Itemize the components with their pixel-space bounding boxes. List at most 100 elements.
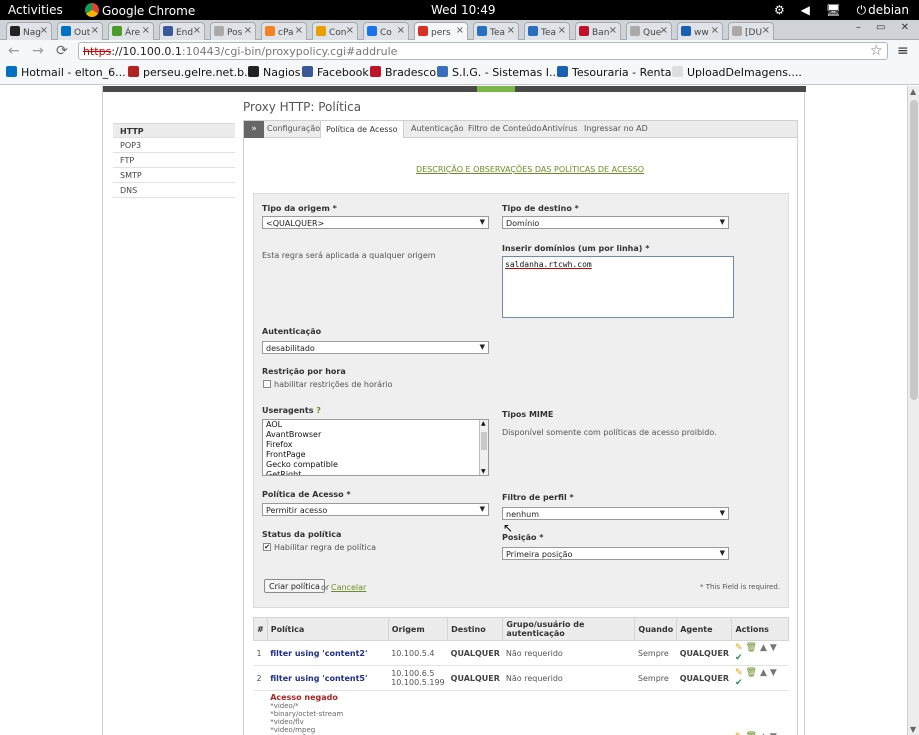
status-checkbox[interactable]: ✔ xyxy=(263,543,271,551)
browser-tab[interactable]: Co × xyxy=(363,22,409,40)
tab-filtro-de-conteudo[interactable]: Filtro de Conteúdo xyxy=(468,124,541,133)
tab-politica-de-acesso[interactable]: Política de Acesso xyxy=(320,120,404,139)
bookmark-item[interactable]: Tesouraria - Rental xyxy=(557,66,675,79)
forward-button[interactable]: → xyxy=(32,43,44,59)
page-scrollbar[interactable]: ▲ ▼ xyxy=(907,86,919,735)
useragents-listbox[interactable]: AOL AvantBrowser Firefox FrontPage Gecko com… xyxy=(262,419,489,476)
useragent-option[interactable]: AOL xyxy=(263,420,488,430)
scroll-thumb[interactable] xyxy=(481,432,487,450)
useragent-option[interactable]: Gecko compatible xyxy=(263,460,488,470)
browser-tab[interactable]: pers × xyxy=(414,22,468,40)
useragent-option[interactable]: AvantBrowser xyxy=(263,430,488,440)
close-tab-icon[interactable]: × xyxy=(142,25,150,36)
bookmark-item[interactable]: Hotmail - elton_6... xyxy=(6,66,126,79)
browser-tab[interactable]: Que × xyxy=(626,22,672,40)
chrome-menu-icon[interactable]: ≡ xyxy=(897,43,909,59)
tab-antivirus[interactable]: Antivírus xyxy=(542,124,577,133)
arrow-down-icon[interactable]: ▼ xyxy=(770,643,777,653)
scroll-up-icon[interactable]: ▲ xyxy=(910,87,916,96)
close-tab-icon[interactable]: × xyxy=(660,25,668,36)
browser-tab[interactable]: Tea × xyxy=(524,22,570,40)
help-icon[interactable]: ? xyxy=(316,406,321,415)
browser-tab[interactable]: cPa × xyxy=(261,22,307,40)
bookmark-item[interactable]: Facebook xyxy=(302,66,369,79)
scroll-thumb[interactable] xyxy=(910,100,918,400)
window-controls[interactable]: – ▭ ✕ xyxy=(856,22,915,33)
pencil-icon[interactable]: ✎ xyxy=(735,643,743,653)
close-tab-icon[interactable]: × xyxy=(91,25,99,36)
sidebar-item-ftp[interactable]: FTP xyxy=(113,153,235,168)
cancel-link[interactable]: Cancelar xyxy=(331,583,366,592)
close-tab-icon[interactable]: × xyxy=(193,25,201,36)
auth-select[interactable]: desabilitado ▼ xyxy=(262,341,489,354)
close-tab-icon[interactable]: × xyxy=(558,25,566,36)
scroll-down-icon[interactable]: ▼ xyxy=(481,468,486,475)
close-tab-icon[interactable]: × xyxy=(346,25,354,36)
useragent-option[interactable]: Firefox xyxy=(263,440,488,450)
app-menu[interactable]: Google Chrome xyxy=(85,3,195,18)
destino-select[interactable]: Domínio ▼ xyxy=(502,216,729,229)
create-policy-button[interactable]: Criar política xyxy=(264,579,325,593)
check-icon[interactable]: ✔ xyxy=(735,678,743,688)
browser-tab[interactable]: Ban × xyxy=(575,22,621,40)
address-bar[interactable]: https://10.100.0.1:10443/cgi-bin/proxypo… xyxy=(78,42,888,60)
close-tab-icon[interactable]: × xyxy=(244,25,252,36)
listbox-scrollbar[interactable]: ▲ ▼ xyxy=(479,420,488,475)
user-menu[interactable]: debian xyxy=(868,3,909,17)
system-tray-icons[interactable]: ⚙ ◀ 🖥 ⏻ xyxy=(774,3,872,18)
sidebar-item-dns[interactable]: DNS xyxy=(113,183,235,198)
close-tab-icon[interactable]: × xyxy=(507,25,515,36)
origem-select[interactable]: <QUALQUER> ▼ xyxy=(262,216,489,229)
browser-tab[interactable]: Áre × xyxy=(108,22,154,40)
close-tab-icon[interactable]: × xyxy=(456,25,464,36)
posicao-select[interactable]: Primeira posição ▼ xyxy=(502,547,729,560)
pencil-icon[interactable]: ✎ xyxy=(735,668,743,678)
clock[interactable]: Wed 10:49 xyxy=(431,3,496,17)
browser-tab[interactable]: Nag × xyxy=(6,22,52,40)
dominios-textarea[interactable]: saldanha.rtcwh.com xyxy=(502,256,734,318)
close-tab-icon[interactable]: × xyxy=(609,25,617,36)
arrow-down-icon[interactable]: ▼ xyxy=(770,668,777,678)
sidebar-item-pop3[interactable]: POP3 xyxy=(113,138,235,153)
close-tab-icon[interactable]: × xyxy=(40,25,48,36)
browser-tab[interactable]: End × xyxy=(159,22,205,40)
browser-tab[interactable]: [DU × xyxy=(728,22,774,40)
bookmark-star-icon[interactable]: ☆ xyxy=(870,43,883,59)
sidebar-item-http[interactable]: HTTP xyxy=(113,123,235,138)
useragent-option[interactable]: GetRight xyxy=(263,470,488,475)
bookmark-item[interactable]: UploadDeImagens.... xyxy=(672,66,802,79)
browser-tab[interactable]: Con × xyxy=(312,22,358,40)
tab-configuracao[interactable]: Configuração xyxy=(267,124,320,133)
arrow-up-icon[interactable]: ▲ xyxy=(760,643,767,653)
restricao-checkbox[interactable] xyxy=(263,380,271,388)
activities-button[interactable]: Activities xyxy=(8,3,63,17)
description-link[interactable]: DESCRIÇÃO E OBSERVAÇÕES DAS POLÍTICAS DE… xyxy=(416,165,644,174)
scroll-up-icon[interactable]: ▲ xyxy=(481,420,486,427)
bookmark-item[interactable]: perseu.gelre.net.b... xyxy=(128,66,255,79)
close-tab-icon[interactable]: × xyxy=(397,25,405,36)
policy-name[interactable]: Acesso negado xyxy=(270,693,385,702)
politica-select[interactable]: Permitir acesso ▼ xyxy=(262,503,489,516)
scroll-down-icon[interactable]: ▼ xyxy=(910,725,916,734)
tabs-arrow-icon[interactable]: » xyxy=(244,121,264,138)
close-tab-icon[interactable]: × xyxy=(295,25,303,36)
bookmark-item[interactable]: Nagios xyxy=(248,66,300,79)
check-icon[interactable]: ✔ xyxy=(735,653,743,663)
browser-tab[interactable]: Pos × xyxy=(210,22,256,40)
browser-tab[interactable]: ww × xyxy=(677,22,723,40)
close-tab-icon[interactable]: × xyxy=(762,25,770,36)
bookmark-item[interactable]: Bradesco xyxy=(370,66,436,79)
browser-tab[interactable]: Tea × xyxy=(473,22,519,40)
useragent-option[interactable]: FrontPage xyxy=(263,450,488,460)
arrow-up-icon[interactable]: ▲ xyxy=(760,668,767,678)
close-tab-icon[interactable]: × xyxy=(711,25,719,36)
policy-name[interactable]: filter using 'content2' xyxy=(270,649,367,658)
bookmark-item[interactable]: S.I.G. - Sistemas I... xyxy=(437,66,559,79)
tab-ingressar-no-ad[interactable]: Ingressar no AD xyxy=(584,124,648,133)
reload-button[interactable]: ⟳ xyxy=(56,43,68,59)
browser-tab[interactable]: Out × xyxy=(57,22,103,40)
back-button[interactable]: ← xyxy=(8,43,20,59)
filtro-select[interactable]: nenhum ▼ xyxy=(502,507,729,520)
policy-name[interactable]: filter using 'content5' xyxy=(270,674,367,683)
sidebar-item-smtp[interactable]: SMTP xyxy=(113,168,235,183)
